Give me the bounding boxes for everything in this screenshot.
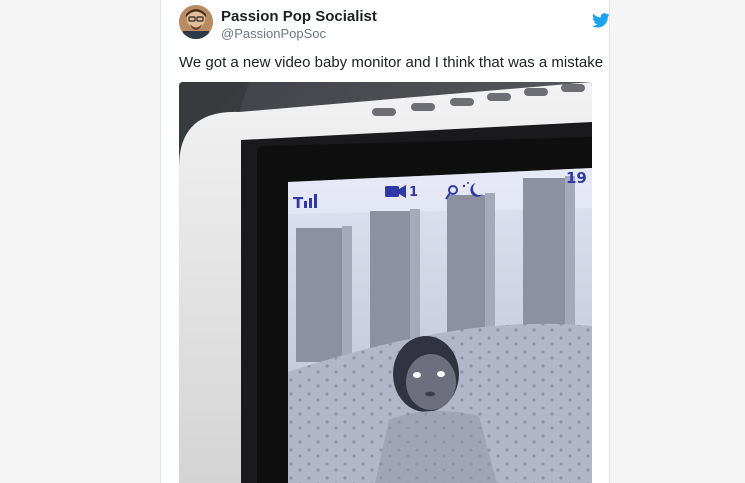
avatar[interactable] (179, 5, 213, 39)
twitter-bird-icon[interactable] (592, 13, 610, 28)
tweet-photo[interactable]: T 1 19 (179, 82, 592, 483)
tweet-text: We got a new video baby monitor and I th… (179, 54, 604, 71)
avatar-photo-icon (179, 5, 213, 39)
clock-readout: 19 (566, 169, 587, 187)
baby-monitor-photo: T 1 19 (179, 82, 592, 483)
author-name[interactable]: Passion Pop Socialist (221, 8, 377, 25)
author-handle[interactable]: @PassionPopSoc (221, 26, 326, 41)
tweet-card: Passion Pop Socialist @PassionPopSoc We … (160, 0, 610, 483)
camera-number: 1 (409, 185, 418, 200)
tweet-header: Passion Pop Socialist @PassionPopSoc (179, 5, 609, 45)
camera-icon (385, 185, 406, 198)
page: Passion Pop Socialist @PassionPopSoc We … (0, 0, 745, 483)
svg-text:T: T (293, 194, 304, 212)
